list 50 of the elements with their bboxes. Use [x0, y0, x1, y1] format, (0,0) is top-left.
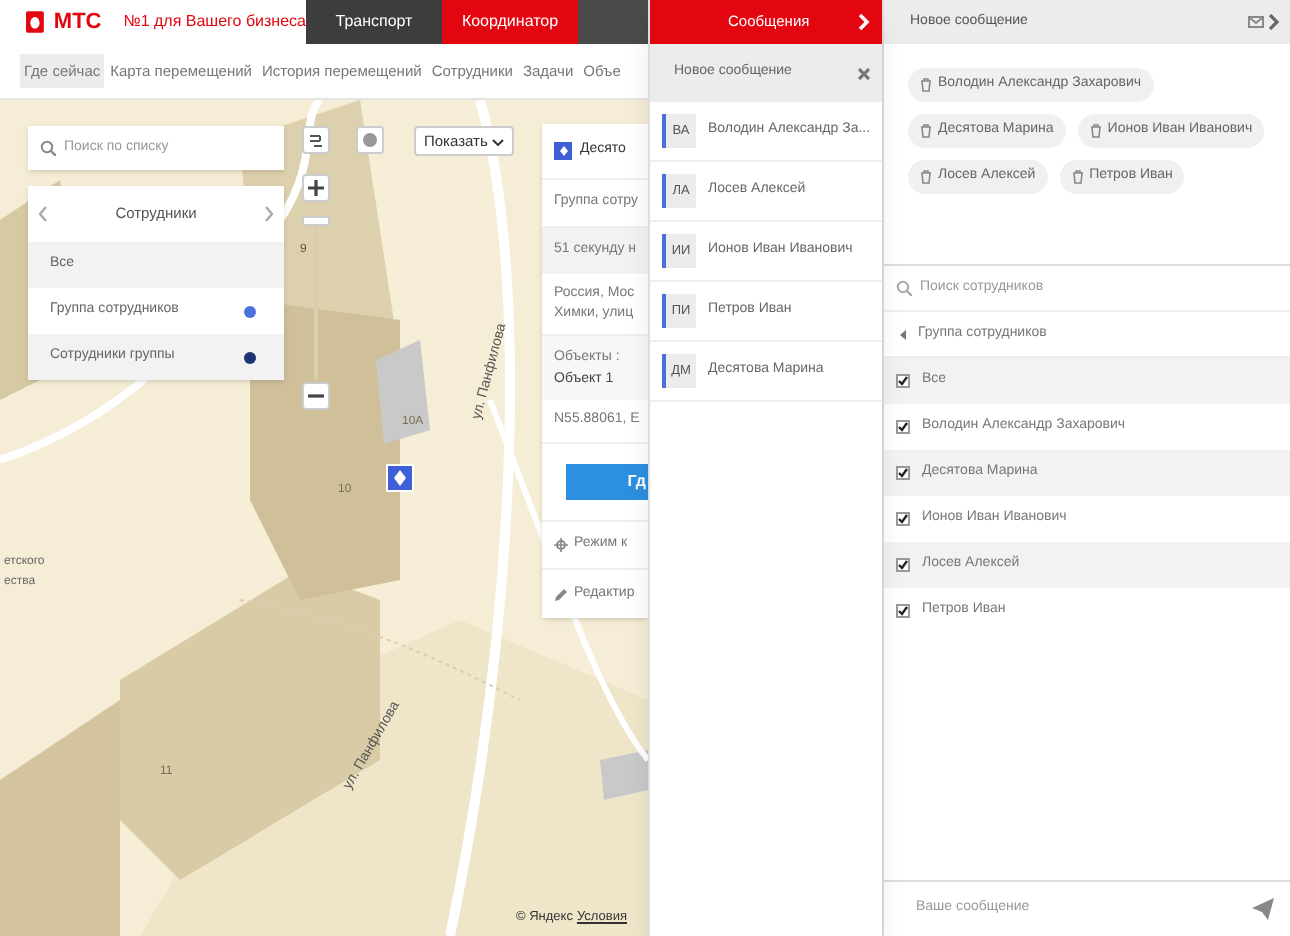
location-marker[interactable] [386, 464, 414, 492]
zoom-in-button[interactable] [302, 174, 330, 202]
check-icon [898, 422, 908, 432]
trash-icon [1089, 124, 1102, 138]
trash-icon [1071, 170, 1084, 184]
checkbox[interactable] [896, 512, 910, 526]
header-tab[interactable]: Транспорт [306, 0, 442, 44]
checkbox[interactable] [896, 604, 910, 618]
envelope-icon [1248, 16, 1264, 28]
trash-icon [920, 170, 932, 184]
plus-icon [308, 180, 324, 196]
check-icon [898, 514, 908, 524]
chevron-right-icon [1268, 14, 1280, 30]
check-icon [898, 560, 908, 570]
search-icon [40, 140, 56, 156]
check-icon [898, 468, 908, 478]
chevron-left-icon [38, 206, 48, 222]
pin-icon [559, 146, 567, 156]
crosshair-icon [554, 538, 568, 552]
layers-button[interactable] [302, 126, 330, 154]
check-icon [898, 376, 908, 386]
chevron-icon [491, 137, 504, 145]
checkbox[interactable] [896, 420, 910, 434]
minus-icon [308, 394, 324, 398]
pencil-icon [554, 587, 568, 601]
trash-icon [920, 124, 932, 138]
logo-icon [26, 10, 44, 34]
pin-icon [394, 470, 406, 486]
circle-icon [362, 132, 378, 148]
search-icon [896, 280, 912, 296]
locate-button[interactable]: Гд [566, 464, 648, 500]
header-tab[interactable]: Координатор [442, 0, 578, 44]
collapse-button[interactable] [1268, 14, 1280, 30]
close-button[interactable] [858, 67, 870, 79]
checkbox[interactable] [896, 374, 910, 388]
send-button[interactable] [1252, 898, 1274, 920]
logo-text: МТС [53, 7, 102, 38]
zoom-slider-handle[interactable] [302, 216, 330, 226]
chevron-right-icon [858, 14, 870, 30]
check-icon [898, 606, 908, 616]
layers-icon [308, 133, 324, 147]
paper-plane-icon [1252, 898, 1274, 920]
zoom-out-button[interactable] [302, 382, 330, 410]
chevron-right-icon [264, 206, 274, 222]
triangle-left-icon [900, 329, 906, 339]
checkbox[interactable] [896, 558, 910, 572]
close-icon [858, 67, 870, 79]
slogan: №1 для Вашего бизнеса [123, 10, 306, 34]
checkbox[interactable] [896, 466, 910, 480]
trash-icon [920, 78, 932, 92]
